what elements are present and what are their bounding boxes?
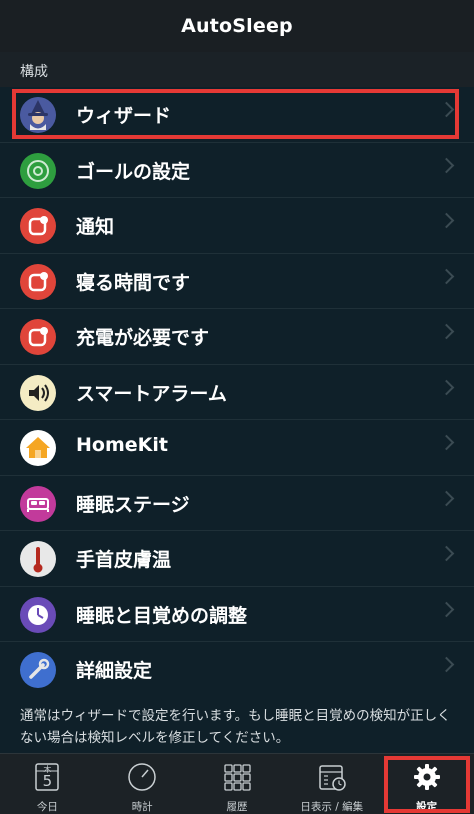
home-icon: [20, 430, 56, 466]
tab-label: 履歴: [226, 801, 248, 813]
speaker-icon: [20, 374, 56, 411]
wrench-icon: [20, 652, 56, 688]
gear-icon: [413, 764, 440, 790]
row-label: 睡眠ステージ: [76, 493, 190, 516]
tab-day-view-edit[interactable]: 日表示 / 編集: [284, 754, 379, 814]
row-smart-alarm[interactable]: スマートアラーム: [0, 364, 474, 420]
row-sleep-stages[interactable]: 睡眠ステージ: [0, 475, 474, 531]
row-wrist-temperature[interactable]: 手首皮膚温: [0, 531, 474, 587]
row-label: 充電が必要です: [76, 327, 210, 349]
nav-bar: AutoSleep: [0, 0, 474, 52]
clock-dial-icon: [128, 763, 156, 791]
chevron-right-icon: [438, 323, 455, 340]
row-label: ウィザード: [76, 105, 172, 127]
wizard-icon: [20, 97, 56, 133]
row-label: HomeKit: [76, 434, 168, 456]
settings-list: ウィザード ゴールの設定 通知 寝る時間です 充電が必要です スマートアラーム …: [0, 87, 474, 698]
tab-label: 今日: [36, 801, 58, 813]
chevron-right-icon: [438, 434, 455, 451]
chevron-right-icon: [438, 101, 455, 118]
row-label: 通知: [76, 216, 115, 238]
row-notifications[interactable]: 通知: [0, 198, 474, 254]
footer-note: 通常はウィザードで設定を行います。もし睡眠と目覚めの検知が正しくない場合は検知レ…: [0, 697, 474, 753]
row-label: 寝る時間です: [76, 271, 191, 294]
charge-icon: [20, 319, 56, 355]
row-charge-needed[interactable]: 充電が必要です: [0, 309, 474, 365]
bedtime-icon: [20, 263, 56, 300]
tab-label: 設定: [416, 801, 438, 813]
chevron-right-icon: [438, 490, 455, 506]
calendar-edit-icon: [319, 765, 346, 791]
chevron-right-icon: [438, 212, 455, 229]
row-label: スマートアラーム: [76, 382, 227, 405]
row-label: 手首皮膚温: [76, 549, 172, 571]
chevron-right-icon: [438, 157, 455, 173]
row-goal-settings[interactable]: ゴールの設定: [0, 142, 474, 198]
row-wizard[interactable]: ウィザード: [0, 87, 474, 143]
chevron-right-icon: [438, 545, 455, 562]
row-label: ゴールの設定: [76, 160, 191, 183]
footer-text: 通常はウィザードで設定を行います。もし睡眠と目覚めの検知が正しくない場合は検知レ…: [20, 708, 451, 746]
row-sleep-wake-adjust[interactable]: 睡眠と目覚めの調整: [0, 586, 474, 642]
chevron-right-icon: [438, 656, 455, 673]
tab-label: 日表示 / 編集: [300, 801, 364, 813]
chevron-right-icon: [438, 268, 455, 284]
target-icon: [20, 152, 56, 189]
clock-icon: [20, 596, 56, 633]
row-homekit[interactable]: HomeKit: [0, 420, 474, 476]
chevron-right-icon: [438, 601, 455, 617]
bed-icon: [20, 485, 56, 522]
row-label: 睡眠と目覚めの調整: [76, 604, 248, 627]
thermometer-icon: [20, 541, 56, 577]
section-header-label: 構成: [20, 64, 48, 80]
row-label: 詳細設定: [76, 660, 153, 682]
row-advanced-settings[interactable]: 詳細設定: [0, 642, 474, 698]
grid-icon: [224, 764, 251, 791]
tab-today[interactable]: 木 5 今日: [0, 754, 95, 814]
section-header: 構成: [0, 52, 474, 87]
tab-settings[interactable]: 設定: [379, 754, 474, 814]
notification-icon: [20, 208, 56, 244]
app-title: AutoSleep: [181, 15, 293, 37]
calendar-day: 5: [42, 772, 53, 790]
tab-history[interactable]: 履歴: [190, 754, 285, 814]
tab-label: 時計: [131, 801, 153, 813]
tab-clock[interactable]: 時計: [95, 754, 190, 814]
row-bedtime[interactable]: 寝る時間です: [0, 253, 474, 309]
chevron-right-icon: [438, 379, 455, 395]
tab-bar: 木 5 今日 時計 履歴 日表示 / 編集 設定: [0, 753, 474, 814]
